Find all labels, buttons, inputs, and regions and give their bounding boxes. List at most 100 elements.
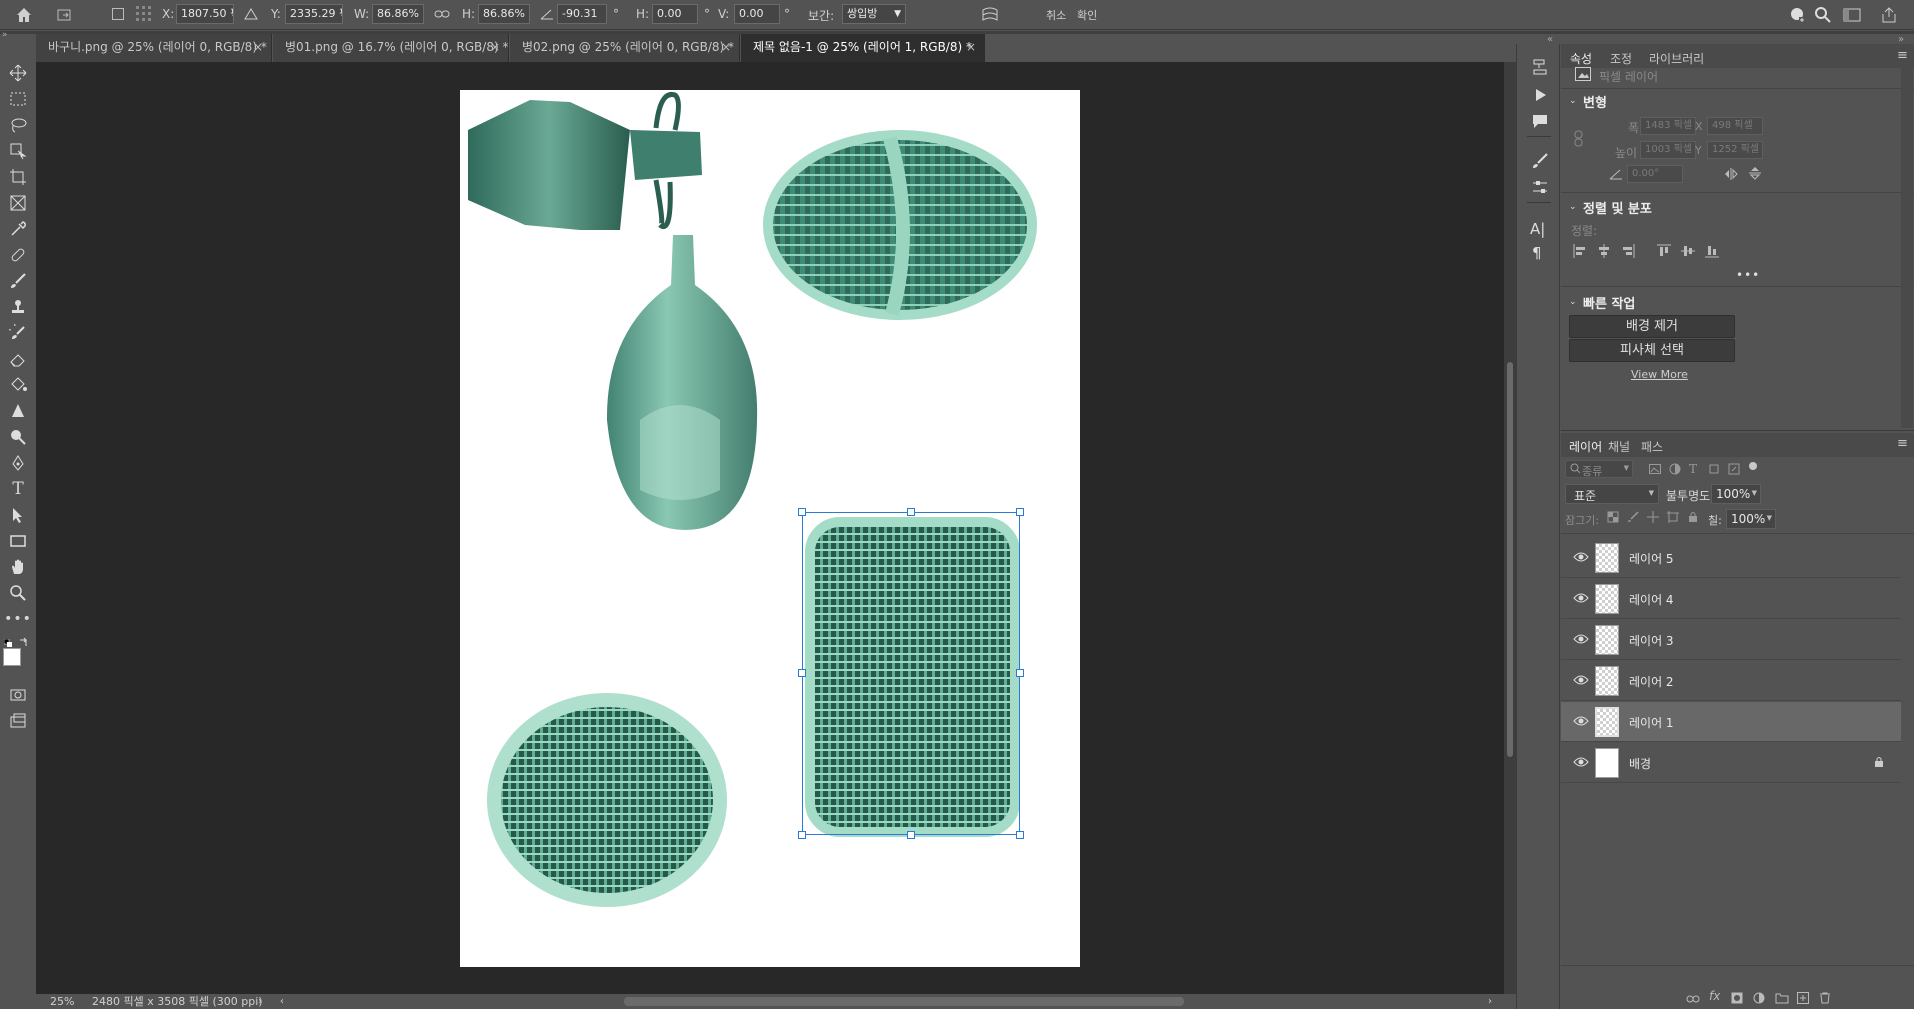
tab-properties[interactable]: 속성 [1570,50,1592,67]
layer-row-1[interactable]: 레이어 1 [1561,702,1901,742]
fill-input[interactable]: 100% ▼ [1726,509,1776,529]
layer-name[interactable]: 레이어 2 [1629,673,1674,690]
blur-tool-icon[interactable] [7,400,29,422]
swap-colors-icon[interactable] [19,636,29,646]
close-icon[interactable]: × [490,34,500,61]
align-center-h-icon[interactable] [1597,244,1611,258]
chevron-down-icon[interactable]: ⌄ [1569,96,1577,106]
history-panel-icon[interactable] [1531,58,1549,76]
close-icon[interactable]: × [721,34,731,61]
layer-row-3[interactable]: 레이어 3 [1561,620,1901,660]
workspace-icon[interactable] [1843,7,1861,23]
transform-handle[interactable] [798,669,806,677]
close-icon[interactable]: × [966,34,976,61]
blend-mode-select[interactable]: 표준 ▼ [1565,484,1659,504]
select-subject-button[interactable]: 피사체 선택 [1569,339,1735,362]
layer-name[interactable]: 레이어 1 [1629,714,1674,731]
lasso-tool-icon[interactable] [7,114,29,136]
new-group-icon[interactable] [1775,992,1789,1004]
remove-background-button[interactable]: 배경 제거 [1569,315,1735,338]
panel-menu-icon[interactable]: ≡ [1897,436,1908,451]
eyedropper-tool-icon[interactable] [7,218,29,240]
commit-transform-button[interactable]: 확인 [1077,7,1097,23]
transform-section-title[interactable]: 변형 [1583,92,1607,111]
visibility-eye-icon[interactable] [1573,551,1589,563]
align-left-icon[interactable] [1573,244,1587,258]
new-layer-icon[interactable] [1797,992,1809,1004]
layer-name[interactable]: 레이어 5 [1629,550,1674,567]
tab-channels[interactable]: 채널 [1608,438,1630,455]
interpolation-select[interactable]: 쌍입방 ▼ [842,4,906,24]
layer-name[interactable]: 레이어 4 [1629,591,1674,608]
filter-type-icon[interactable]: T [1689,462,1697,476]
home-icon[interactable] [14,5,34,25]
align-right-icon[interactable] [1621,244,1635,258]
filter-shape-icon[interactable] [1708,463,1720,475]
reference-point-grid-icon[interactable] [135,5,153,23]
quick-actions-title[interactable]: 빠른 작업 [1583,293,1635,312]
tab-libraries[interactable]: 라이브러리 [1649,50,1704,67]
layer-row-4[interactable]: 레이어 4 [1561,579,1901,619]
rotation-field[interactable]: 0.00° [1627,165,1683,183]
warp-mode-icon[interactable] [980,5,1000,25]
visibility-eye-icon[interactable] [1573,633,1589,645]
visibility-eye-icon[interactable] [1573,674,1589,686]
scroll-right-icon[interactable]: › [1488,994,1492,1009]
layer-row-5[interactable]: 레이어 5 [1561,538,1901,578]
reference-point-checkbox[interactable] [112,8,124,20]
horizontal-scroll-thumb[interactable] [624,997,1184,1006]
more-options-icon[interactable]: ••• [1736,268,1760,282]
filter-smart-object-icon[interactable] [1728,463,1740,475]
lock-position-icon[interactable] [1647,511,1659,523]
object-selection-tool-icon[interactable] [7,140,29,162]
layer-filter-select[interactable]: 종류 ▼ [1565,460,1633,478]
move-tool-icon[interactable] [7,62,29,84]
transform-handle[interactable] [1016,508,1024,516]
brush-tool-icon[interactable] [7,270,29,292]
hand-tool-icon[interactable] [7,556,29,578]
panel-menu-icon[interactable]: ≡ [1897,48,1908,63]
history-brush-tool-icon[interactable] [7,322,29,344]
align-section-title[interactable]: 정렬 및 분포 [1583,198,1652,217]
move-tool-preset-icon[interactable] [56,7,74,23]
new-adjustment-icon[interactable] [1753,992,1765,1004]
lock-transparent-pixels-icon[interactable] [1607,511,1619,523]
cloud-share-icon[interactable] [1788,6,1806,24]
expand-arrows-icon[interactable]: » [2,30,8,40]
y-field[interactable]: 1252 픽셀 [1707,141,1763,159]
chevron-right-icon[interactable]: › [258,994,262,1009]
layer-name[interactable]: 레이어 3 [1629,632,1674,649]
skew-h-input[interactable]: 0.00 [652,4,698,24]
transform-handle[interactable] [1016,669,1024,677]
chevron-down-icon[interactable]: ⌄ [1569,202,1577,212]
properties-scrollbar[interactable] [1901,68,1913,428]
tab-bottle02-png[interactable]: 병02.png @ 25% (레이어 0, RGB/8) * × [510,34,740,62]
dodge-tool-icon[interactable] [7,426,29,448]
height-scale-input[interactable]: 86.86% [478,4,530,24]
align-bottom-icon[interactable] [1705,244,1719,258]
close-icon[interactable]: × [253,34,263,61]
search-icon[interactable] [1814,6,1832,24]
paragraph-panel-icon[interactable]: ¶ [1532,244,1550,262]
healing-brush-tool-icon[interactable] [7,244,29,266]
more-tools-icon[interactable]: ••• [4,608,31,630]
transform-handle[interactable] [798,508,806,516]
tab-paths[interactable]: 패스 [1641,438,1663,455]
visibility-eye-icon[interactable] [1573,756,1589,768]
visibility-eye-icon[interactable] [1573,715,1589,727]
filter-pixel-icon[interactable] [1649,463,1661,475]
layer-row-2[interactable]: 레이어 2 [1561,661,1901,701]
skew-v-input[interactable]: 0.00 [734,4,780,24]
scroll-left-icon[interactable]: ‹ [280,994,284,1009]
transform-bounding-box[interactable] [802,512,1020,835]
x-position-input[interactable]: 1807.50 픽 [176,4,234,24]
align-top-icon[interactable] [1657,244,1671,258]
transform-handle[interactable] [907,831,915,839]
layer-name[interactable]: 배경 [1629,755,1651,772]
align-middle-v-icon[interactable] [1681,244,1695,258]
link-dimensions-icon[interactable] [1573,129,1585,149]
height-field[interactable]: 1003 픽셀 [1640,141,1696,159]
cancel-transform-button[interactable]: 취소 [1046,7,1066,23]
scroll-thumb[interactable] [1507,362,1513,757]
layer-row-background[interactable]: 배경 [1561,743,1901,783]
